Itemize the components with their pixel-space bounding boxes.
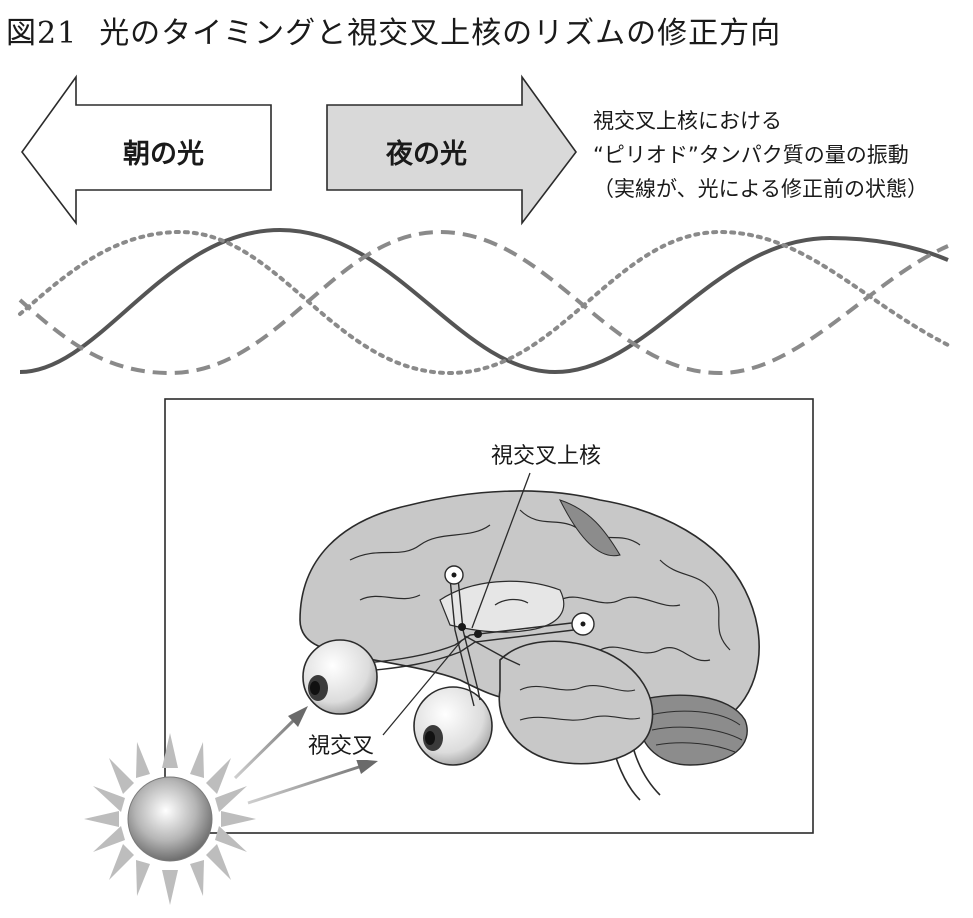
- optic-chiasm-label: 視交叉: [306, 728, 377, 760]
- cortex-dot: [580, 621, 586, 627]
- top-dot: [451, 572, 457, 578]
- scn-dot-right: [474, 630, 482, 638]
- morning-light-label: 朝の光: [123, 139, 204, 170]
- sun-disc: [127, 776, 213, 862]
- scn-label: 視交叉上核: [489, 438, 604, 470]
- caption-line-2: “ピリオド”タンパク質の量の振動: [593, 143, 909, 167]
- caption-line-3: （実線が、光による修正前の状態）: [593, 177, 928, 201]
- eye-left: [302, 639, 378, 715]
- caption-line-1: 視交叉上核における: [593, 109, 782, 133]
- oscillation-caption: 視交叉上核における “ピリオド”タンパク質の量の振動 （実線が、光による修正前の…: [593, 104, 928, 206]
- night-light-label: 夜の光: [386, 139, 467, 170]
- wave-solid: [19, 227, 949, 375]
- wave-dotted: [18, 229, 950, 376]
- scn-dot-left: [458, 623, 466, 631]
- wave-dashed: [18, 229, 949, 376]
